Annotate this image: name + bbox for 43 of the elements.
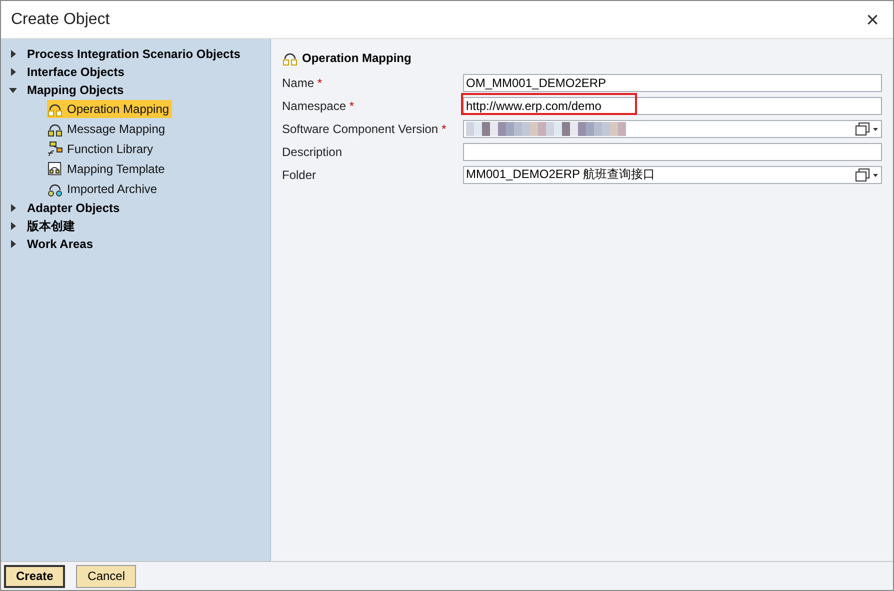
required-mark: * xyxy=(441,122,446,136)
form-title: Operation Mapping xyxy=(302,51,412,65)
field-value: OM_MM001_DEMO2ERP xyxy=(466,76,608,90)
input-field[interactable] xyxy=(463,120,882,138)
field-label: Description xyxy=(282,144,342,158)
field-label: Namespace xyxy=(282,98,346,112)
input-field[interactable] xyxy=(463,142,882,160)
tree-item[interactable]: Function Library xyxy=(47,140,156,158)
tree-group[interactable]: 版本创建 xyxy=(27,218,75,234)
caret-down-icon[interactable] xyxy=(9,86,17,94)
cancel-button[interactable]: Cancel xyxy=(76,564,136,588)
function-icon xyxy=(47,141,63,157)
required-mark: * xyxy=(349,98,354,112)
caret-right-icon[interactable] xyxy=(9,68,17,76)
window-title: Create Object xyxy=(11,10,110,28)
tree-group[interactable]: Process Integration Scenario Objects xyxy=(27,47,240,61)
caret-right-icon[interactable] xyxy=(9,204,17,212)
tree-item[interactable]: Imported Archive xyxy=(47,180,160,198)
dropdown-icon xyxy=(855,168,879,182)
template-icon xyxy=(47,161,63,177)
field-value: MM001_DEMO2ERP 航班查询接口 xyxy=(466,166,656,183)
field-label: Folder xyxy=(282,168,316,182)
caret-right-icon[interactable] xyxy=(9,50,17,58)
tree-item[interactable]: Message Mapping xyxy=(47,120,168,138)
tree-item[interactable]: Operation Mapping xyxy=(47,100,172,118)
caret-right-icon[interactable] xyxy=(9,240,17,248)
caret-right-icon[interactable] xyxy=(9,222,17,230)
tree-group[interactable]: Adapter Objects xyxy=(27,201,120,215)
create-button[interactable]: Create xyxy=(4,564,66,588)
close-button[interactable]: × xyxy=(862,6,883,32)
field-value: http://www.erp.com/demo xyxy=(466,98,602,112)
required-mark: * xyxy=(317,76,322,90)
dropdown-button[interactable] xyxy=(855,168,879,182)
input-field[interactable]: OM_MM001_DEMO2ERP xyxy=(463,74,882,92)
dropdown-button[interactable] xyxy=(855,122,879,136)
tree-group[interactable]: Mapping Objects xyxy=(27,83,124,97)
field-label: Name xyxy=(282,76,314,90)
dropdown-icon xyxy=(855,122,879,136)
tree-group[interactable]: Interface Objects xyxy=(27,65,124,79)
tree-item[interactable]: Mapping Template xyxy=(47,160,168,178)
input-field[interactable]: MM001_DEMO2ERP 航班查询接口 xyxy=(463,166,882,184)
field-label: Software Component Version xyxy=(282,122,438,136)
tree-group[interactable]: Work Areas xyxy=(27,237,94,251)
